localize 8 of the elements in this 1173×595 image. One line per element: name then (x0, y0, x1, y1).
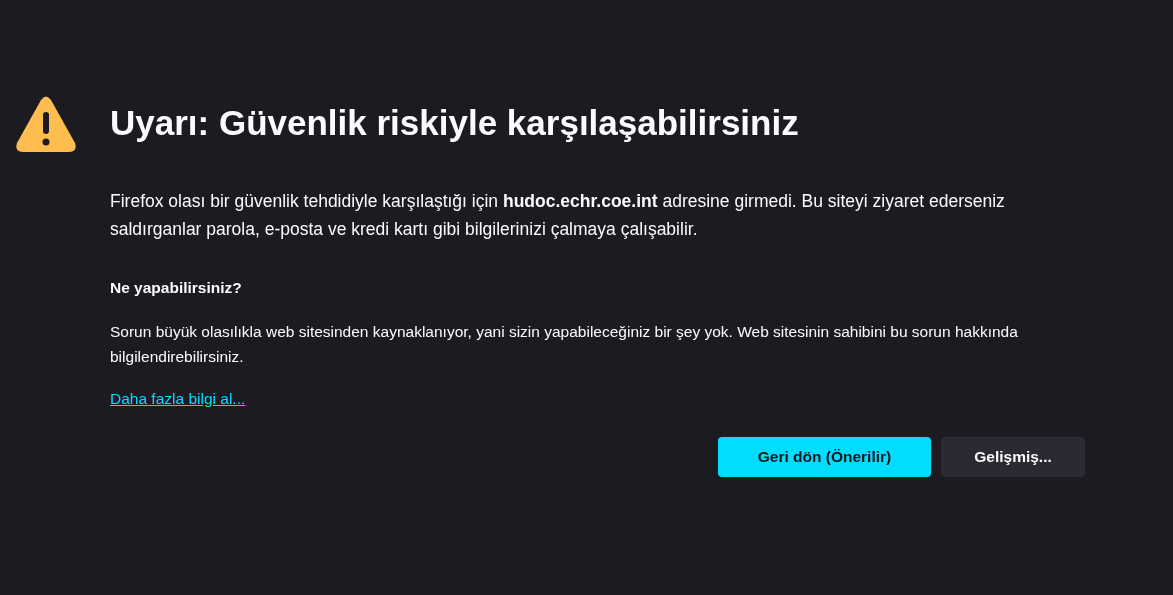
warning-description: Firefox olası bir güvenlik tehdidiyle karşılaştığı için hudoc.echr.coe.int adresine girmedi. Bu siteyi ziyaret ederseniz saldırganlar parola, e-posta ve kredi kartı gibi bilgilerinizi çalmaya çalışabilir. (110, 190, 1006, 241)
page-title: Uyarı: Güvenlik riskiyle karşılaşabilirsiniz (110, 102, 800, 144)
warning-icon (15, 95, 77, 153)
go-back-button[interactable]: Geri dön (Önerilir) (718, 437, 931, 477)
learn-more-link[interactable]: Daha fazla bilgi al... (110, 390, 246, 407)
explanation-text: Sorun büyük olasılıkla web sitesinden kaynaklanıyor, yani sizin yapabileceğiniz bir şey yok. Web sitesinin sahibini bu sorun hakkında bilgilendirebilirsiniz. (110, 322, 1019, 367)
advanced-button[interactable]: Gelişmiş... (941, 437, 1085, 477)
section-heading: Ne yapabilirsiniz? (110, 278, 243, 298)
